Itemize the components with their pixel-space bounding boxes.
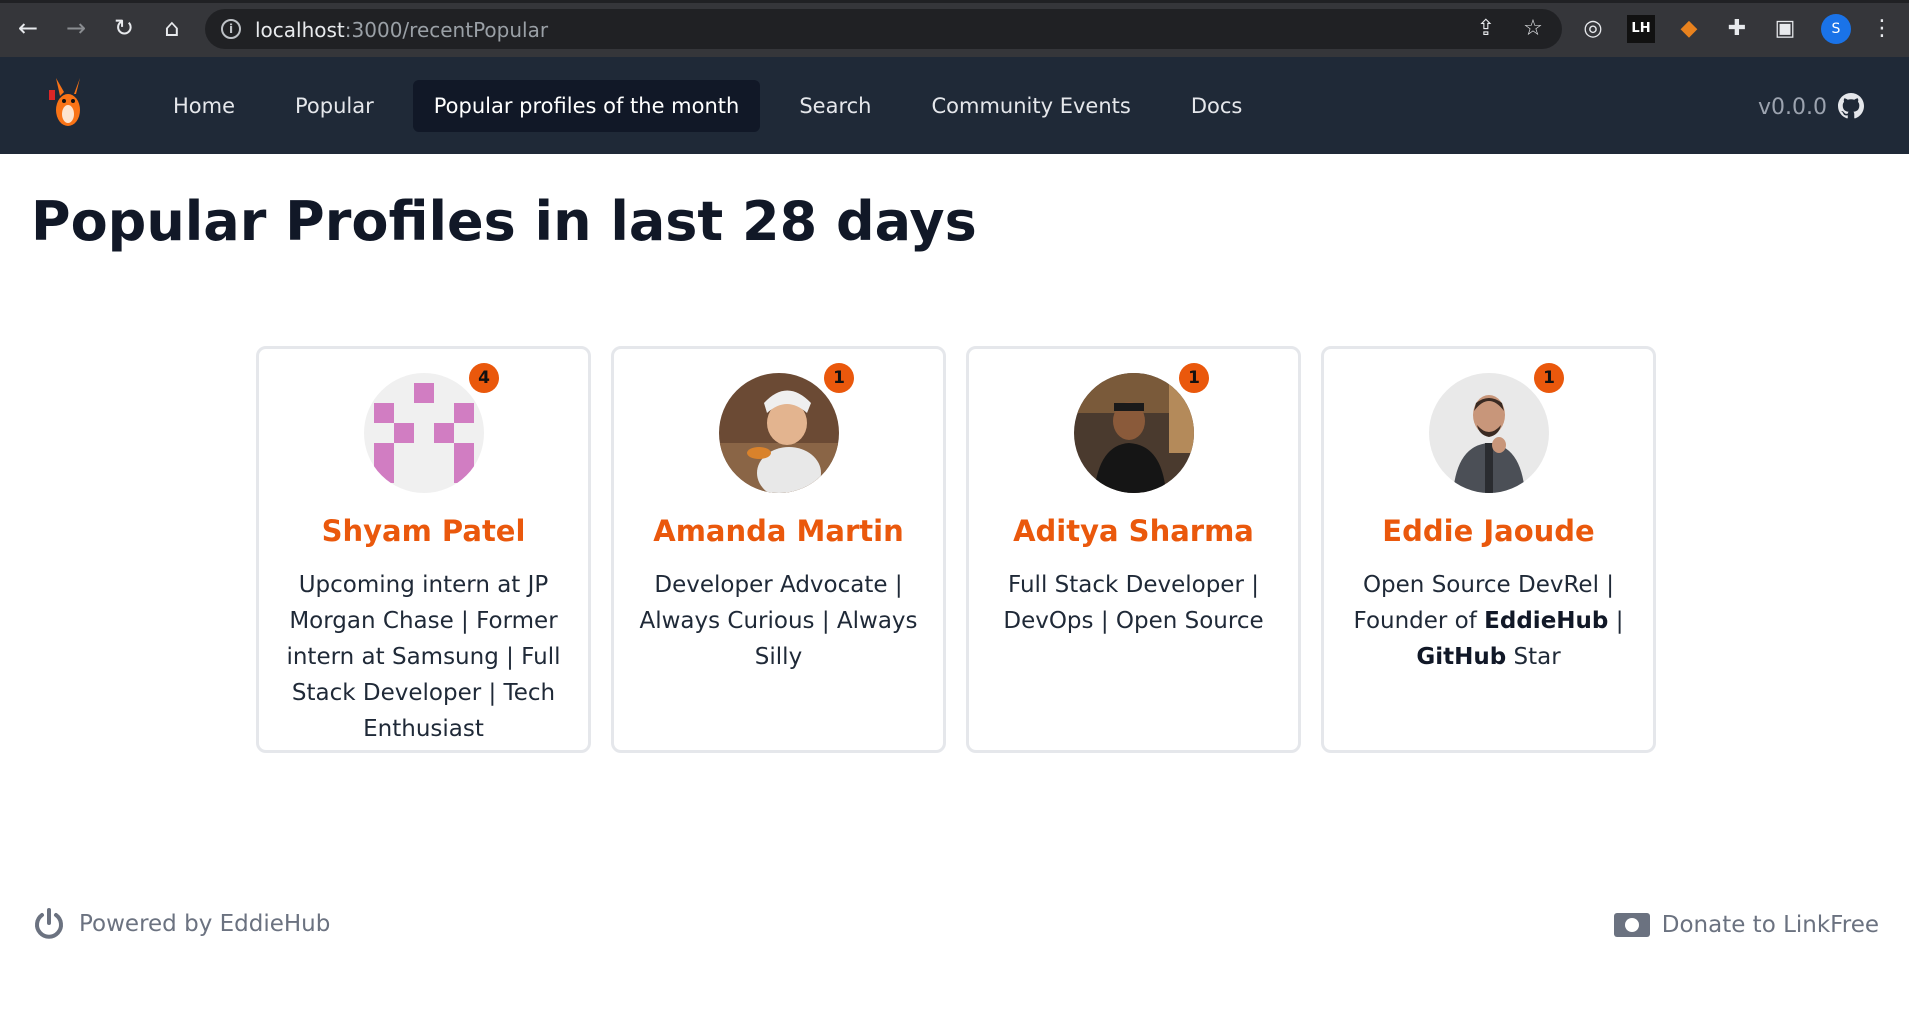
avatar-container: 4: [364, 363, 499, 493]
tab-strip: [0, 0, 1909, 3]
url-path: :3000/recentPopular: [344, 18, 549, 42]
side-panel-icon[interactable]: ▣: [1771, 15, 1799, 43]
money-bill-icon: [1613, 913, 1650, 937]
nav-popular[interactable]: Popular: [274, 80, 395, 132]
profile-card[interactable]: 1 Aditya Sharma Full Stack Developer | D…: [966, 346, 1301, 753]
footer-donate[interactable]: Donate to LinkFree: [1613, 912, 1879, 938]
power-icon: [35, 908, 63, 939]
url-host: localhost: [255, 18, 345, 42]
share-icon[interactable]: ⇪: [1473, 16, 1499, 42]
profile-bio: Developer Advocate | Always Curious | Al…: [639, 572, 918, 670]
browser-menu-icon[interactable]: ⋮: [1868, 15, 1896, 43]
views-count-badge: 1: [1534, 363, 1564, 393]
puzzle-extensions-icon[interactable]: ✚: [1723, 15, 1751, 43]
views-count-badge: 1: [824, 363, 854, 393]
profile-card[interactable]: 1 Eddie Jaoude Open Source DevRel | Foun…: [1321, 346, 1656, 753]
profile-bio: Open Source DevRel | Founder of EddieHub…: [1348, 567, 1629, 675]
nav-docs[interactable]: Docs: [1170, 80, 1264, 132]
nav-links: Home Popular Popular profiles of the mon…: [152, 80, 1281, 132]
avatar: [719, 373, 839, 499]
footer-powered-text[interactable]: Powered by EddieHub: [79, 911, 330, 937]
profile-bio: Full Stack Developer | DevOps | Open Sou…: [1003, 572, 1264, 634]
bio-bold-eddiehub: EddieHub: [1484, 608, 1609, 634]
forward-icon[interactable]: →: [62, 14, 90, 42]
profile-name[interactable]: Aditya Sharma: [969, 514, 1298, 548]
page-title: Popular Profiles in last 28 days: [31, 190, 977, 253]
bio-text: |: [1608, 608, 1624, 634]
site-info-icon[interactable]: i: [221, 19, 241, 39]
profile-name[interactable]: Eddie Jaoude: [1324, 514, 1653, 548]
github-icon[interactable]: [1838, 93, 1864, 119]
nav-search[interactable]: Search: [778, 80, 892, 132]
avatar: [1429, 373, 1549, 493]
avatar: [364, 373, 484, 493]
reload-icon[interactable]: ↻: [110, 14, 138, 42]
address-bar[interactable]: i localhost:3000/recentPopular ⇪ ☆: [205, 9, 1562, 49]
footer-donate-text[interactable]: Donate to LinkFree: [1662, 912, 1879, 938]
footer-powered-by[interactable]: Powered by EddieHub: [31, 906, 330, 942]
browser-profile-avatar[interactable]: S: [1821, 14, 1851, 44]
home-icon[interactable]: ⌂: [158, 14, 186, 42]
views-count-badge: 4: [469, 363, 499, 393]
avatar-container: 1: [1429, 363, 1564, 493]
bookmark-star-icon[interactable]: ☆: [1520, 16, 1546, 42]
profile-cards: 4 Shyam Patel Upcoming intern at JP Morg…: [256, 346, 1656, 753]
target-extension-icon[interactable]: ◎: [1579, 15, 1607, 43]
profile-name[interactable]: Shyam Patel: [259, 514, 588, 548]
nav-community-events[interactable]: Community Events: [911, 80, 1152, 132]
nav-popular-profiles-month[interactable]: Popular profiles of the month: [412, 80, 761, 132]
avatar-container: 1: [719, 363, 854, 499]
url-text[interactable]: localhost:3000/recentPopular: [255, 18, 548, 42]
lighthouse-extension-icon[interactable]: LH: [1627, 15, 1655, 43]
bio-bold-github: GitHub: [1416, 644, 1507, 670]
linkfree-logo-icon[interactable]: [46, 76, 90, 132]
bio-text: Star: [1506, 644, 1561, 670]
metamask-fox-icon[interactable]: ◆: [1675, 15, 1703, 43]
profile-card[interactable]: 1 Amanda Martin Developer Advocate | Alw…: [611, 346, 946, 753]
nav-home[interactable]: Home: [152, 80, 256, 132]
browser-toolbar: ← → ↻ ⌂ i localhost:3000/recentPopular ⇪…: [0, 0, 1909, 57]
back-icon[interactable]: ←: [14, 14, 42, 42]
profile-name[interactable]: Amanda Martin: [614, 514, 943, 548]
version-label: v0.0.0: [1758, 95, 1827, 120]
profile-bio: Upcoming intern at JP Morgan Chase | For…: [286, 572, 561, 742]
site-navbar: Home Popular Popular profiles of the mon…: [0, 57, 1909, 154]
profile-card[interactable]: 4 Shyam Patel Upcoming intern at JP Morg…: [256, 346, 591, 753]
avatar-container: 1: [1074, 363, 1209, 493]
avatar: [1074, 373, 1194, 493]
views-count-badge: 1: [1179, 363, 1209, 393]
